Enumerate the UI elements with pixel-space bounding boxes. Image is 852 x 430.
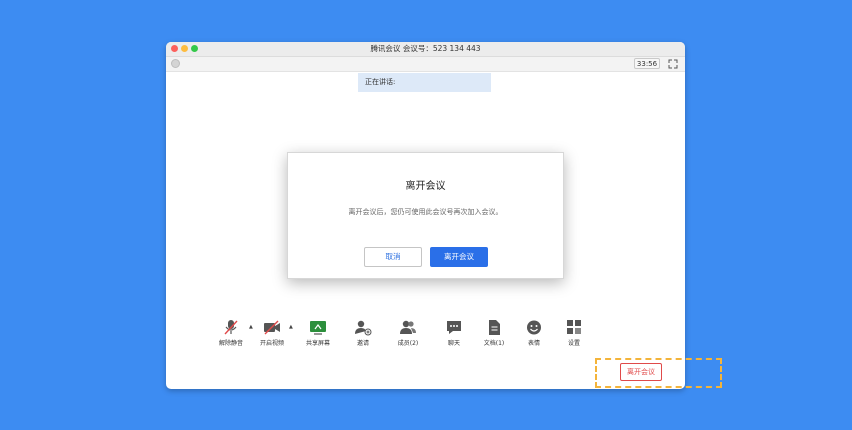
share-screen-button[interactable]: 共享屏幕	[301, 317, 335, 347]
video-off-icon	[264, 320, 280, 335]
unmute-label: 解除静音	[218, 340, 243, 347]
mic-muted-icon	[224, 320, 238, 335]
meeting-timer: 33:56	[634, 58, 660, 69]
video-options-caret-icon[interactable]: ▲	[289, 324, 293, 330]
unmute-button[interactable]: 解除静音	[214, 317, 248, 347]
invite-button[interactable]: 邀请	[346, 317, 380, 347]
audio-options-caret-icon[interactable]: ▲	[249, 324, 253, 330]
chat-icon	[447, 321, 461, 334]
cancel-button[interactable]: 取消	[364, 247, 422, 267]
members-icon	[400, 320, 416, 334]
start-video-button[interactable]: 开启视频	[255, 317, 289, 347]
screen-share-icon	[310, 321, 326, 335]
settings-button[interactable]: 设置	[557, 317, 591, 347]
members-label: 成员(2)	[397, 340, 419, 347]
leave-meeting-dialog: 离开会议 离开会议后，您仍可使用此会议号再次加入会议。 取消 离开会议	[287, 152, 564, 279]
emoji-button[interactable]: 表情	[517, 317, 551, 347]
start-video-label: 开启视频	[259, 340, 284, 347]
document-icon	[489, 320, 500, 335]
invite-label: 邀请	[356, 340, 369, 347]
documents-button[interactable]: 文档(1)	[477, 317, 511, 347]
share-screen-label: 共享屏幕	[305, 340, 330, 347]
dialog-title: 离开会议	[405, 181, 446, 192]
invite-icon	[355, 320, 372, 336]
top-toolbar: 33:56	[166, 57, 685, 72]
settings-label: 设置	[567, 340, 580, 347]
chat-button[interactable]: 聊天	[437, 317, 471, 347]
members-button[interactable]: 成员(2)	[391, 317, 425, 347]
speaking-banner: 正在讲话:	[358, 73, 491, 92]
leave-meeting-button[interactable]: 离开会议	[620, 363, 662, 381]
settings-icon	[567, 320, 581, 334]
window-title: 腾讯会议 会议号：523 134 443	[370, 44, 481, 53]
title-bar: 腾讯会议 会议号：523 134 443	[166, 42, 685, 57]
security-icon[interactable]	[171, 59, 180, 68]
confirm-leave-button[interactable]: 离开会议	[430, 247, 488, 267]
emoji-icon	[527, 320, 541, 335]
fullscreen-icon[interactable]	[667, 58, 679, 70]
dialog-message: 离开会议后，您仍可使用此会议号再次加入会议。	[348, 208, 503, 216]
